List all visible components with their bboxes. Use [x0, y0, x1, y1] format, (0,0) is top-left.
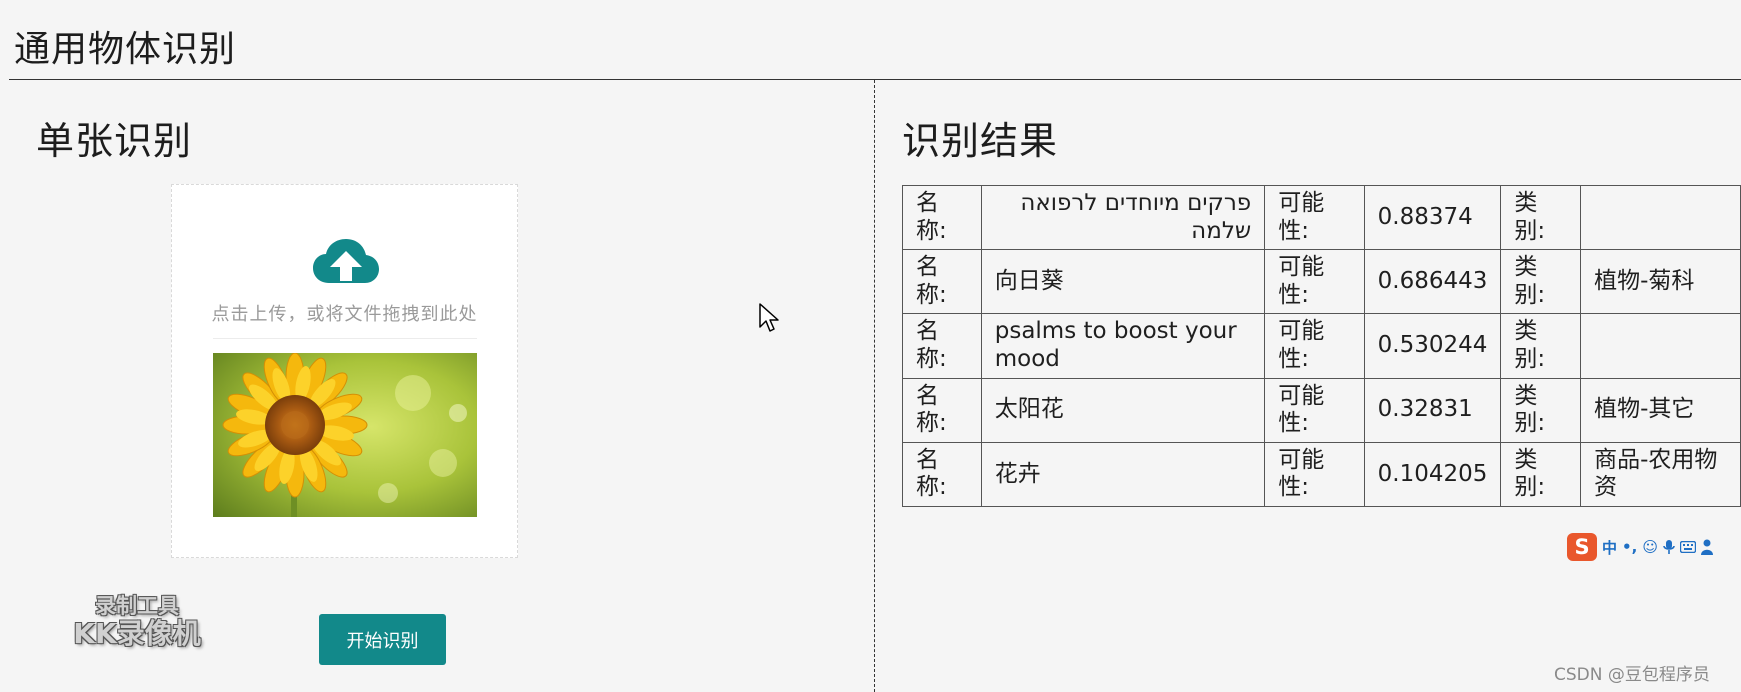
result-probability: 0.104205	[1363, 441, 1502, 507]
cloud-upload-icon	[313, 239, 379, 283]
table-row: 名称: 花卉 可能性: 0.104205 类别: 商品-农用物资	[902, 441, 1741, 507]
mouse-cursor-icon	[759, 303, 779, 332]
result-probability: 0.530244	[1363, 313, 1502, 379]
category-label: 类别:	[1500, 377, 1582, 443]
table-row: 名称: פרקים מיוחדים לרפואה שלמה 可能性: 0.883…	[902, 184, 1741, 251]
ime-punctuation[interactable]: •,	[1622, 538, 1637, 556]
recognition-results-title: 识别结果	[902, 119, 1059, 163]
category-label: 类别:	[1500, 313, 1582, 379]
result-name: פרקים מיוחדים לרפואה שלמה	[980, 184, 1266, 251]
upload-dropzone[interactable]: 点击上传，或将文件拖拽到此处	[171, 184, 518, 558]
single-recognition-title: 单张识别	[36, 119, 193, 163]
result-category: 商品-农用物资	[1580, 441, 1741, 507]
mic-icon[interactable]	[1663, 539, 1675, 555]
csdn-watermark: CSDN @豆包程序员	[1554, 665, 1710, 685]
result-category	[1580, 184, 1741, 251]
watermark-line2: KK录像机	[73, 617, 201, 651]
result-name: psalms to boost your mood	[980, 313, 1266, 379]
upload-hint: 点击上传，或将文件拖拽到此处	[211, 304, 478, 325]
name-label: 名称:	[902, 184, 982, 251]
name-label: 名称:	[902, 249, 982, 315]
probability-label: 可能性:	[1264, 441, 1365, 507]
category-label: 类别:	[1500, 249, 1582, 315]
results-table: 名称: פרקים מיוחדים לרפואה שלמה 可能性: 0.883…	[902, 184, 1741, 507]
ime-chinese-mode[interactable]: 中	[1602, 537, 1617, 558]
upload-separator	[213, 338, 477, 339]
table-row: 名称: 向日葵 可能性: 0.686443 类别: 植物-菊科	[902, 249, 1741, 315]
user-icon[interactable]	[1700, 539, 1713, 555]
screen-recorder-watermark: 录制工具 KK录像机	[66, 594, 208, 650]
result-category	[1580, 313, 1741, 379]
probability-label: 可能性:	[1264, 313, 1365, 379]
panel-divider	[874, 80, 875, 692]
probability-label: 可能性:	[1264, 184, 1365, 251]
title-divider	[9, 79, 1741, 80]
result-probability: 0.686443	[1363, 249, 1502, 315]
sogou-logo-icon[interactable]: S	[1567, 533, 1597, 561]
result-name: 花卉	[980, 441, 1266, 507]
result-probability: 0.32831	[1363, 377, 1502, 443]
table-row: 名称: psalms to boost your mood 可能性: 0.530…	[902, 313, 1741, 379]
name-label: 名称:	[902, 441, 982, 507]
result-category: 植物-其它	[1580, 377, 1741, 443]
name-label: 名称:	[902, 377, 982, 443]
result-probability: 0.88374	[1363, 184, 1502, 251]
name-label: 名称:	[902, 313, 982, 379]
ime-toolbar[interactable]: S 中 •, ☺	[1567, 532, 1713, 562]
table-row: 名称: 太阳花 可能性: 0.32831 类别: 植物-其它	[902, 377, 1741, 443]
sunflower-preview-image	[213, 353, 477, 517]
start-recognition-button[interactable]: 开始识别	[319, 614, 446, 665]
result-name: 太阳花	[980, 377, 1266, 443]
category-label: 类别:	[1500, 441, 1582, 507]
app-title: 通用物体识别	[14, 29, 237, 70]
probability-label: 可能性:	[1264, 377, 1365, 443]
category-label: 类别:	[1500, 184, 1582, 251]
result-name: 向日葵	[980, 249, 1266, 315]
watermark-line1: 录制工具	[95, 594, 179, 618]
probability-label: 可能性:	[1264, 249, 1365, 315]
ime-emoji-icon[interactable]: ☺	[1642, 538, 1658, 556]
keyboard-icon[interactable]	[1679, 541, 1696, 553]
result-category: 植物-菊科	[1580, 249, 1741, 315]
